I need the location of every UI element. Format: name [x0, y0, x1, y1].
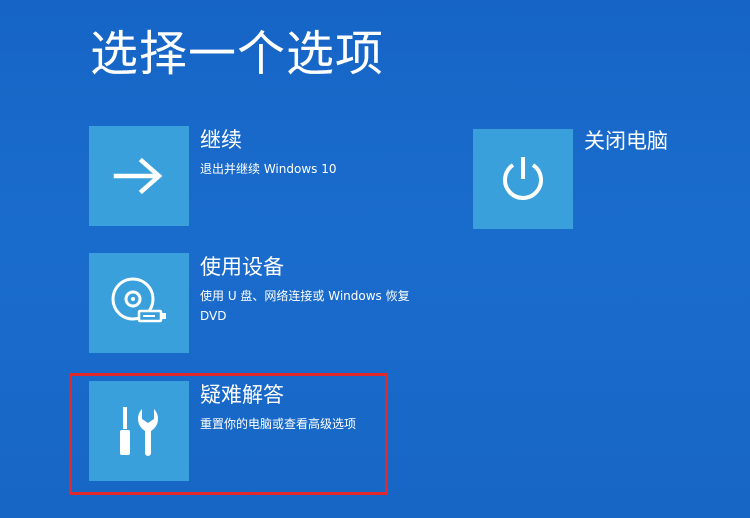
shutdown-title: 关闭电脑: [584, 129, 668, 153]
use-device-description-line: 使用 U 盘、网络连接或 Windows 恢复: [200, 289, 410, 303]
tools-icon: [109, 401, 169, 461]
arrow-right-icon: [112, 156, 166, 196]
shutdown-option[interactable]: 关闭电脑: [473, 129, 703, 229]
shutdown-tile[interactable]: [473, 129, 573, 229]
use-device-tile[interactable]: [89, 253, 189, 353]
troubleshoot-tile[interactable]: [89, 381, 189, 481]
use-device-option[interactable]: 使用设备 使用 U 盘、网络连接或 Windows 恢复 DVD: [89, 253, 410, 353]
power-icon: [498, 153, 548, 205]
continue-description: 退出并继续 Windows 10: [200, 162, 337, 176]
troubleshoot-option[interactable]: 疑难解答 重置你的电脑或查看高级选项: [89, 381, 379, 481]
use-device-description: 使用 U 盘、网络连接或 Windows 恢复 DVD: [200, 286, 410, 326]
continue-title: 继续: [200, 128, 242, 152]
troubleshoot-description: 重置你的电脑或查看高级选项: [200, 417, 357, 431]
page-title: 选择一个选项: [90, 26, 385, 82]
troubleshoot-title: 疑难解答: [200, 383, 284, 407]
continue-option[interactable]: 继续 退出并继续 Windows 10: [89, 126, 379, 226]
disc-drive-icon: [109, 275, 169, 331]
continue-tile[interactable]: [89, 126, 189, 226]
use-device-description-line: DVD: [200, 309, 227, 323]
use-device-title: 使用设备: [200, 255, 284, 279]
